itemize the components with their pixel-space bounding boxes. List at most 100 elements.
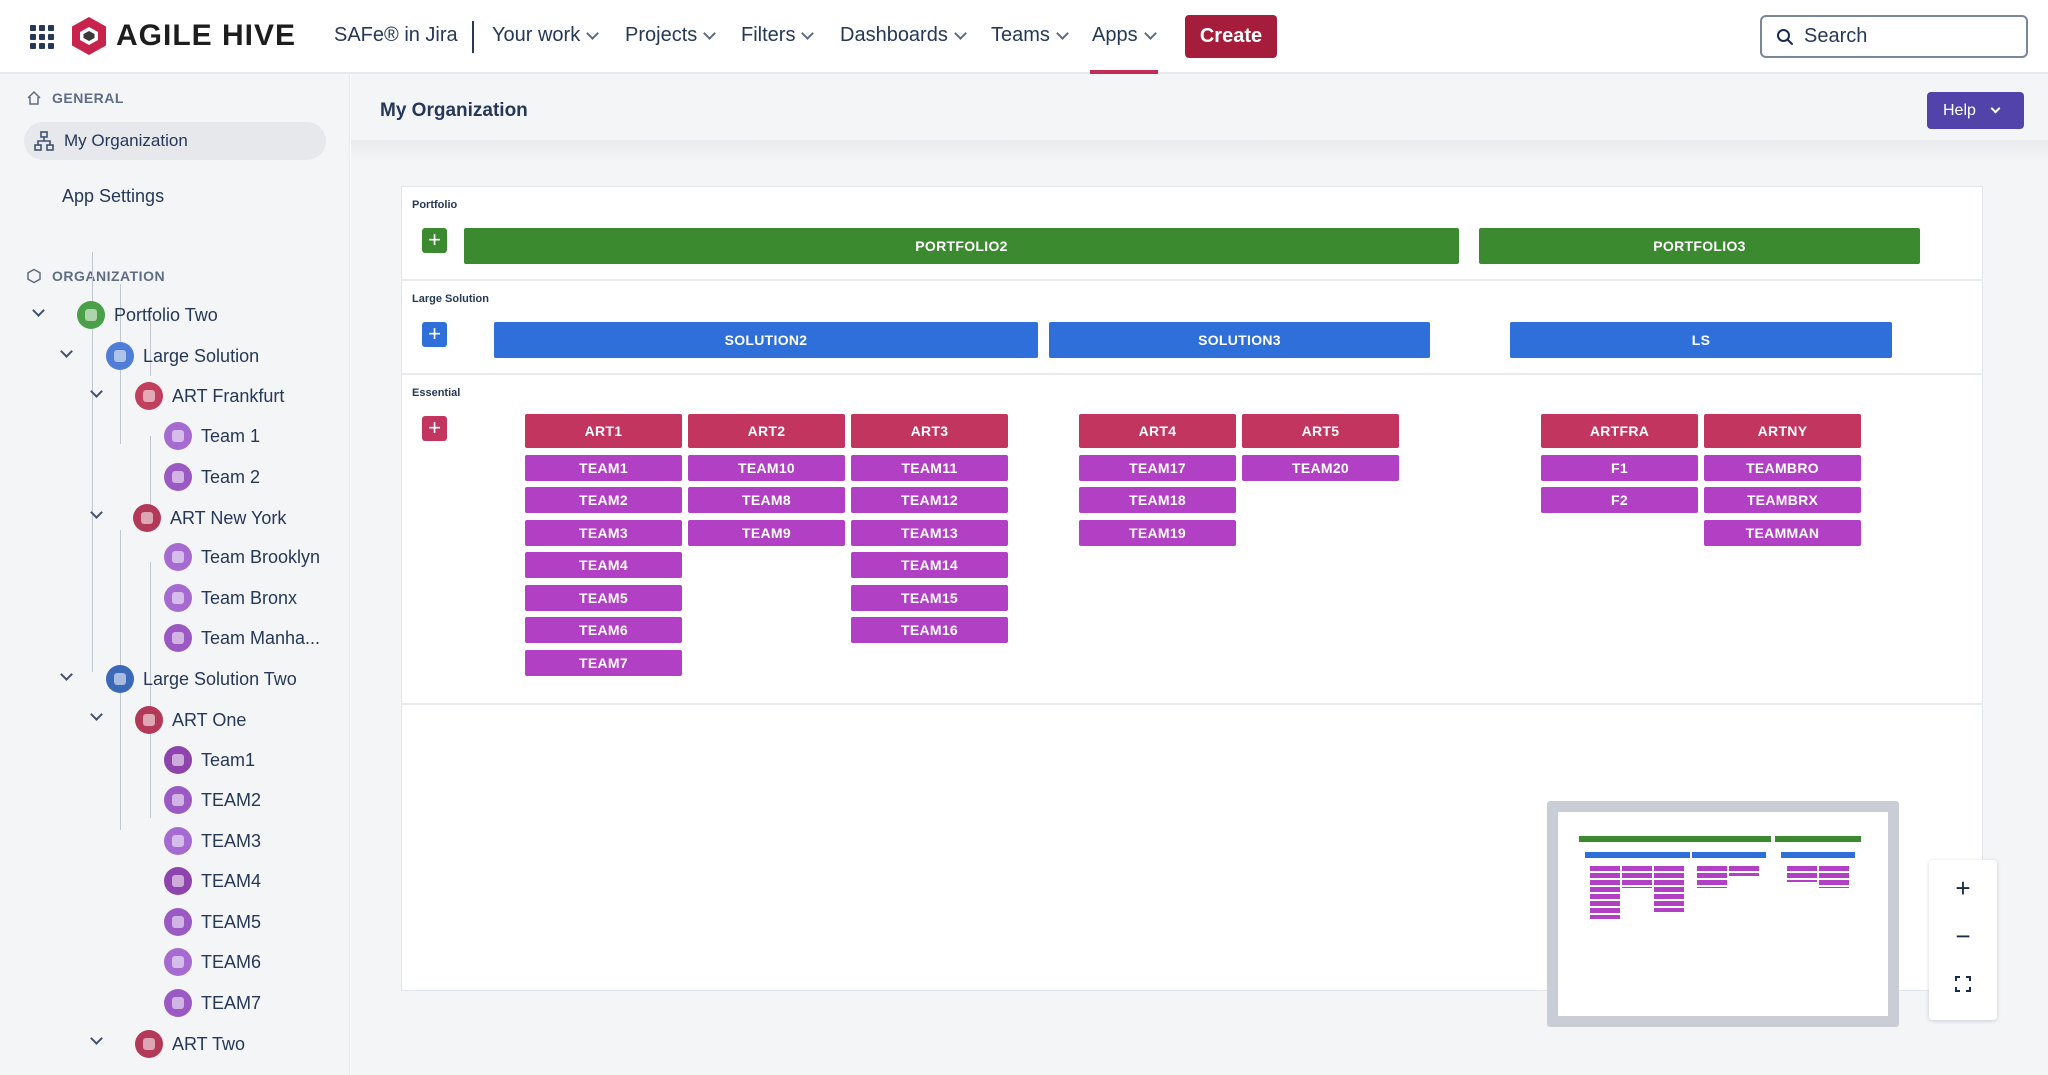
agile-hive-logo[interactable]: AGILE HIVE (70, 16, 296, 56)
tree-item-team[interactable]: Team 1 (164, 421, 260, 451)
nav-teams[interactable]: Teams (991, 24, 1069, 47)
search-box[interactable] (1760, 15, 2028, 58)
collapse-toggle-icon[interactable] (60, 345, 73, 358)
solution-node[interactable]: SOLUTION2 (494, 322, 1038, 358)
nav-apps[interactable]: Apps (1092, 24, 1157, 47)
sidebar-item-my-organization[interactable]: My Organization (24, 122, 326, 160)
team-node[interactable]: TEAM18 (1079, 487, 1236, 513)
fit-view-icon (1955, 976, 1971, 992)
team-node[interactable]: TEAM12 (851, 487, 1008, 513)
team-avatar-icon (164, 543, 192, 571)
team-node[interactable]: F1 (1541, 455, 1698, 481)
team-node[interactable]: TEAM2 (525, 487, 682, 513)
team-node[interactable]: TEAM6 (525, 617, 682, 643)
tree-item-team[interactable]: Team1 (164, 745, 255, 775)
minimap-canvas (1558, 812, 1888, 1016)
minimap[interactable] (1547, 801, 1899, 1027)
team-avatar-icon (164, 786, 192, 814)
team-node[interactable]: TEAM8 (688, 487, 845, 513)
team-node[interactable]: F2 (1541, 487, 1698, 513)
team-avatar-icon (164, 584, 192, 612)
fit-view-button[interactable] (1929, 960, 1997, 1008)
team-node[interactable]: TEAM5 (525, 585, 682, 611)
team-node[interactable]: TEAM1 (525, 455, 682, 481)
team-node[interactable]: TEAM19 (1079, 520, 1236, 546)
art-node[interactable]: ART5 (1242, 414, 1399, 448)
tree-item-team[interactable]: Team Manha... (164, 623, 320, 653)
collapse-toggle-icon[interactable] (32, 304, 45, 317)
team-avatar-icon (164, 827, 192, 855)
tree-item-team[interactable]: Team Bronx (164, 583, 297, 613)
art-node[interactable]: ART3 (851, 414, 1008, 448)
tree-item-team[interactable]: TEAM6 (164, 947, 261, 977)
search-input[interactable] (1804, 25, 2004, 48)
nav-projects[interactable]: Projects (625, 24, 717, 47)
team-node[interactable]: TEAM13 (851, 520, 1008, 546)
minimap-solution (1781, 852, 1855, 858)
hierarchy-icon (34, 131, 54, 151)
portfolio-node[interactable]: PORTFOLIO2 (464, 228, 1459, 264)
team-node[interactable]: TEAM16 (851, 617, 1008, 643)
zoom-out-button[interactable]: − (1929, 912, 1997, 960)
team-node[interactable]: TEAM10 (688, 455, 845, 481)
tree-item-team[interactable]: TEAM7 (164, 988, 261, 1018)
art-node[interactable]: ARTNY (1704, 414, 1861, 448)
product-name[interactable]: SAFe® in Jira (334, 24, 458, 47)
minimap-art (1729, 866, 1759, 876)
tree-item-team[interactable]: TEAM4 (164, 866, 261, 896)
art-node[interactable]: ARTFRA (1541, 414, 1698, 448)
chevron-down-icon (1990, 103, 2001, 114)
collapse-toggle-icon[interactable] (60, 668, 73, 681)
tree-item-large-solution[interactable]: Large Solution (106, 341, 259, 371)
team-node[interactable]: TEAM20 (1242, 455, 1399, 481)
art-avatar-icon (135, 706, 163, 734)
team-node[interactable]: TEAM15 (851, 585, 1008, 611)
collapse-toggle-icon[interactable] (90, 708, 103, 721)
help-button[interactable]: Help (1927, 92, 2024, 129)
tree-item-art[interactable]: ART New York (133, 503, 286, 533)
team-node[interactable]: TEAMMAN (1704, 520, 1861, 546)
chevron-down-icon (801, 26, 815, 40)
add-art-button[interactable]: + (422, 416, 447, 441)
nav-your-work[interactable]: Your work (492, 24, 600, 47)
level-label: Essential (412, 387, 461, 399)
add-solution-button[interactable]: + (422, 322, 447, 347)
portfolio-node[interactable]: PORTFOLIO3 (1479, 228, 1920, 264)
art-node[interactable]: ART4 (1079, 414, 1236, 448)
team-avatar-icon (164, 463, 192, 491)
tree-item-team[interactable]: TEAM5 (164, 907, 261, 937)
tree-item-art[interactable]: ART Two (135, 1029, 245, 1059)
art-node[interactable]: ART2 (688, 414, 845, 448)
tree-item-team[interactable]: Team 2 (164, 462, 260, 492)
tree-item-team[interactable]: TEAM2 (164, 785, 261, 815)
tree-item-team[interactable]: Team Brooklyn (164, 542, 320, 572)
art-node[interactable]: ART1 (525, 414, 682, 448)
tree-item-team[interactable]: TEAM3 (164, 826, 261, 856)
sidebar-item-app-settings[interactable]: App Settings (62, 186, 164, 207)
team-node[interactable]: TEAMBRX (1704, 487, 1861, 513)
nav-filters[interactable]: Filters (741, 24, 815, 47)
tree-item-portfolio[interactable]: Portfolio Two (77, 300, 218, 330)
tree-item-art[interactable]: ART One (135, 705, 246, 735)
tree-item-art[interactable]: ART Frankfurt (135, 381, 284, 411)
minimap-solution (1585, 852, 1690, 858)
team-node[interactable]: TEAM9 (688, 520, 845, 546)
nav-dashboards[interactable]: Dashboards (840, 24, 967, 47)
create-button[interactable]: Create (1185, 15, 1277, 58)
app-switcher-icon[interactable] (30, 25, 54, 49)
team-node[interactable]: TEAMBRO (1704, 455, 1861, 481)
solution-avatar-icon (106, 342, 134, 370)
team-node[interactable]: TEAM11 (851, 455, 1008, 481)
collapse-toggle-icon[interactable] (90, 1032, 103, 1045)
solution-node[interactable]: LS (1510, 322, 1892, 358)
solution-node[interactable]: SOLUTION3 (1049, 322, 1430, 358)
team-node[interactable]: TEAM17 (1079, 455, 1236, 481)
add-portfolio-button[interactable]: + (422, 228, 447, 253)
team-avatar-icon (164, 908, 192, 936)
team-node[interactable]: TEAM7 (525, 650, 682, 676)
team-node[interactable]: TEAM4 (525, 552, 682, 578)
tree-item-large-solution[interactable]: Large Solution Two (106, 664, 297, 694)
zoom-in-button[interactable]: + (1929, 864, 1997, 912)
team-node[interactable]: TEAM14 (851, 552, 1008, 578)
team-node[interactable]: TEAM3 (525, 520, 682, 546)
